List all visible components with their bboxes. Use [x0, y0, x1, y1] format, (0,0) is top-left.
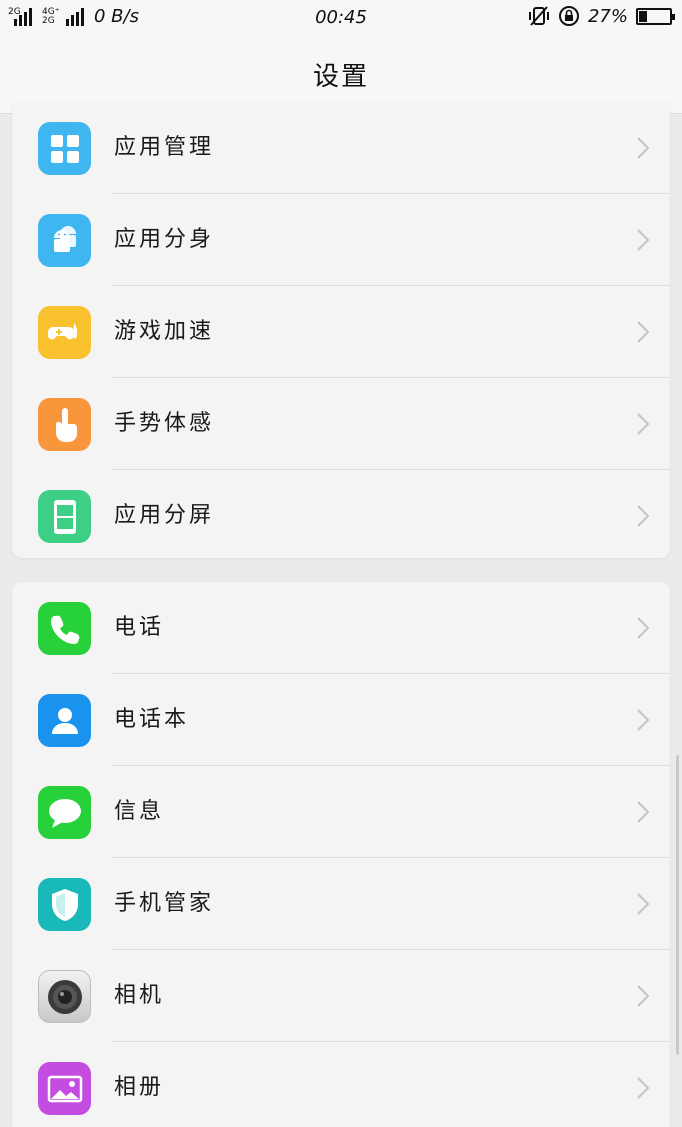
status-right: 27% — [528, 5, 675, 27]
app-manager-icon — [38, 122, 91, 175]
settings-item-app-clone[interactable]: 应用分身 — [12, 194, 670, 286]
settings-group-2: 电话 电话本 信息 手机管家 相机 相册 — [12, 582, 670, 1127]
gallery-icon — [38, 1062, 91, 1115]
chevron-right-icon — [637, 893, 650, 915]
settings-item-label: 相机 — [114, 983, 165, 1008]
settings-item-label: 电话本 — [114, 707, 190, 732]
page-title: 设置 — [312, 62, 369, 92]
settings-item-gesture[interactable]: 手势体感 — [12, 378, 670, 470]
settings-item-game-boost[interactable]: 游戏加速 — [12, 286, 670, 378]
settings-item-split-screen[interactable]: 应用分屏 — [12, 470, 670, 558]
settings-item-label: 应用管理 — [114, 135, 215, 160]
split-screen-icon — [38, 490, 91, 543]
phone-manager-icon — [38, 878, 91, 931]
settings-item-label: 电话 — [114, 615, 165, 640]
chevron-right-icon — [637, 985, 650, 1007]
camera-icon — [38, 970, 91, 1023]
settings-item-gallery[interactable]: 相册 — [12, 1042, 670, 1127]
settings-item-phone[interactable]: 电话 — [12, 582, 670, 674]
settings-item-label: 手机管家 — [114, 891, 215, 916]
messages-icon — [38, 786, 91, 839]
chevron-right-icon — [637, 229, 650, 251]
settings-item-camera[interactable]: 相机 — [12, 950, 670, 1042]
status-bar: 2G 4G⁺ 2G 0 B/s 00:45 27% — [0, 0, 682, 36]
settings-group-1: 应用管理 应用分身 游戏加速 手势体感 应用分屏 — [12, 102, 670, 558]
settings-item-messages[interactable]: 信息 — [12, 766, 670, 858]
chevron-right-icon — [637, 413, 650, 435]
phone-icon — [38, 602, 91, 655]
rotation-lock-icon — [558, 5, 580, 27]
app-clone-icon — [38, 214, 91, 267]
chevron-right-icon — [637, 617, 650, 639]
contacts-icon — [38, 694, 91, 747]
chevron-right-icon — [637, 137, 650, 159]
gesture-icon — [38, 398, 91, 451]
vibrate-off-icon — [528, 5, 550, 27]
settings-item-contacts[interactable]: 电话本 — [12, 674, 670, 766]
battery-percent: 27% — [587, 5, 628, 27]
chevron-right-icon — [637, 321, 650, 343]
battery-icon — [636, 7, 675, 25]
settings-item-label: 应用分身 — [114, 227, 215, 252]
game-boost-icon — [38, 306, 91, 359]
settings-item-label: 手势体感 — [114, 411, 215, 436]
settings-item-label: 应用分屏 — [114, 503, 215, 528]
chevron-right-icon — [637, 801, 650, 823]
chevron-right-icon — [637, 505, 650, 527]
settings-item-label: 游戏加速 — [114, 319, 215, 344]
settings-item-label: 相册 — [114, 1075, 165, 1100]
chevron-right-icon — [637, 709, 650, 731]
settings-item-phone-manager[interactable]: 手机管家 — [12, 858, 670, 950]
scrollbar[interactable] — [676, 755, 679, 1055]
chevron-right-icon — [637, 1077, 650, 1099]
settings-item-app-manager[interactable]: 应用管理 — [12, 102, 670, 194]
settings-item-label: 信息 — [114, 799, 165, 824]
